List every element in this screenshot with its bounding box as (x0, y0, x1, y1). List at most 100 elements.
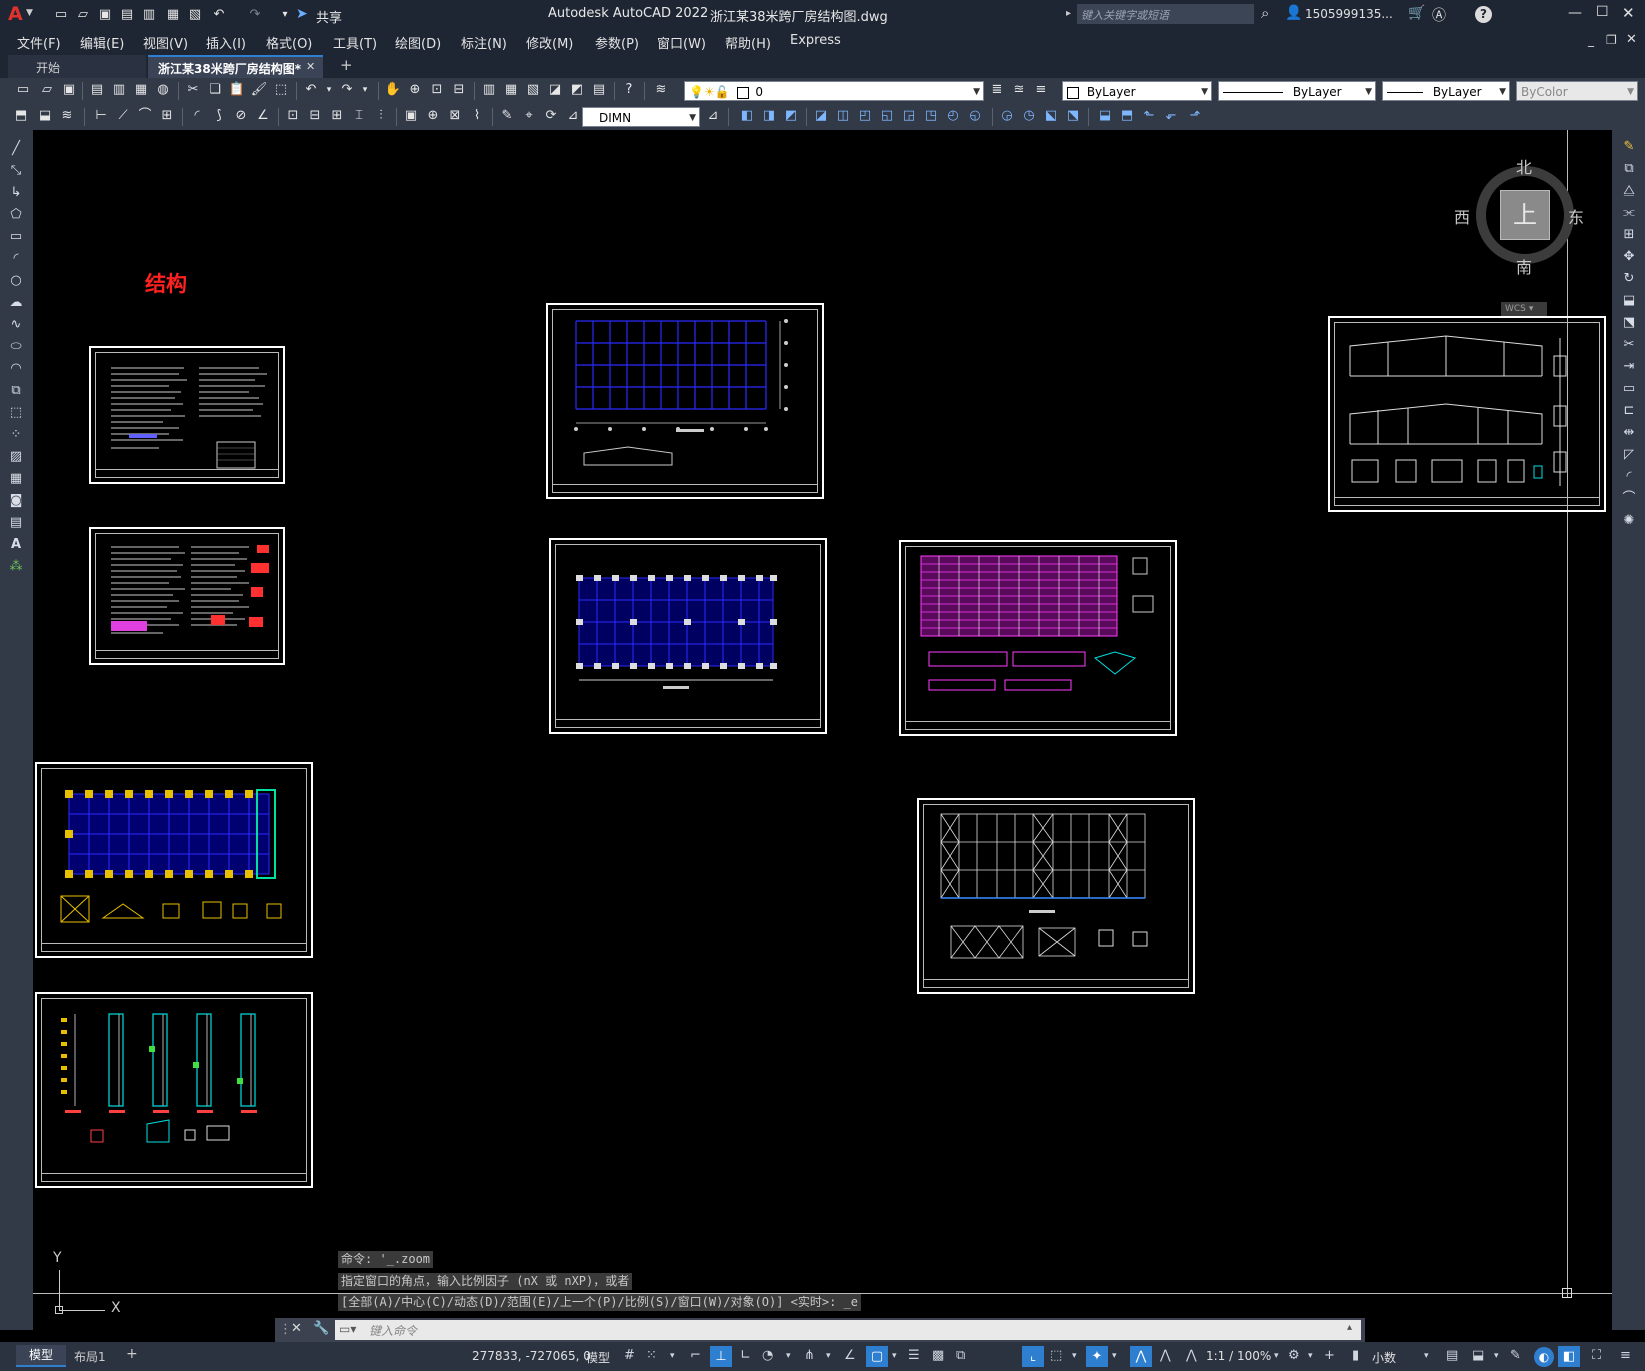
layer-tool-icon[interactable]: ≋ (58, 107, 76, 125)
redo-toolbar-icon[interactable]: ↷ (338, 81, 356, 99)
menu-express[interactable]: Express (790, 33, 841, 48)
recent-commands-icon[interactable]: ▭▾ (339, 1322, 356, 1336)
viewcube[interactable]: 上 北 南 东 西 (1454, 154, 1586, 277)
save-as-icon[interactable]: ▤ (118, 6, 136, 24)
doc-restore-icon[interactable]: ❐ (1606, 33, 1617, 47)
break-at-point-icon[interactable]: ▭ (1620, 380, 1638, 398)
grid-icon[interactable]: # (624, 1348, 635, 1363)
dimstyle-dropdown[interactable]: DIMN ▼ (582, 107, 700, 127)
break-icon[interactable]: ⊏ (1620, 402, 1638, 420)
minimize-icon[interactable]: — (1568, 5, 1582, 21)
rectangle-icon[interactable]: ▭ (7, 228, 25, 246)
section-icon[interactable]: ⬐ (1162, 107, 1180, 125)
ellipse-arc-icon[interactable]: ◠ (7, 360, 25, 378)
open-icon[interactable]: ▱ (38, 81, 56, 99)
hatch-icon[interactable]: ▨ (7, 448, 25, 466)
copy-faces-icon[interactable]: ◴ (944, 107, 962, 125)
drawing-sheet-column-details[interactable] (35, 992, 313, 1188)
inspect-icon[interactable]: ⊠ (446, 107, 464, 125)
help-toolbar-icon[interactable]: ? (620, 81, 638, 99)
extend-icon[interactable]: ⇥ (1620, 358, 1638, 376)
plot-icon[interactable]: ▤ (88, 81, 106, 99)
redo-icon[interactable]: ↷ (246, 6, 264, 24)
explode-icon[interactable]: ✺ (1620, 512, 1638, 530)
fillet-icon[interactable]: ◜ (1620, 468, 1638, 486)
redo-dropdown-icon[interactable]: ▾ (356, 81, 374, 99)
add-layout-button[interactable]: + (126, 1346, 138, 1362)
match-properties-icon[interactable]: 🖌 (250, 81, 268, 99)
viewcube-north[interactable]: 北 (1516, 154, 1532, 178)
quick-dim-icon[interactable]: ⊡ (284, 107, 302, 125)
menu-edit[interactable]: 编辑(E) (80, 33, 124, 52)
paste-icon[interactable]: 📋 (228, 81, 246, 99)
drawing-sheet-purlin-plan[interactable] (899, 540, 1177, 736)
tolerance-icon[interactable]: ▣ (402, 107, 420, 125)
calculator-icon[interactable]: ▤ (590, 81, 608, 99)
offset-faces-icon[interactable]: ◰ (856, 107, 874, 125)
erase-icon[interactable]: ✎ (1620, 138, 1638, 156)
graphics-performance-icon[interactable]: ◧ (1558, 1346, 1580, 1367)
3d-print-icon[interactable]: ◍ (154, 81, 172, 99)
tab-close-icon[interactable]: ✕ (306, 60, 315, 73)
new-tab-button[interactable]: + (340, 56, 353, 74)
mirror-icon[interactable]: ⧋ (1620, 182, 1638, 200)
properties-icon[interactable]: ▥ (480, 81, 498, 99)
isodraft-icon[interactable]: ⋔ (804, 1348, 815, 1363)
layer-states-icon[interactable]: ≡ (1032, 81, 1050, 99)
shell-icon[interactable]: ⬔ (1064, 107, 1082, 125)
cart-icon[interactable]: 🛒 (1408, 5, 1425, 21)
command-customize-icon[interactable]: 🔧 (313, 1321, 329, 1336)
block-editor-icon[interactable]: ⬚ (272, 81, 290, 99)
lineweight-icon[interactable]: ☰ (908, 1348, 920, 1363)
workspace-switch-icon[interactable]: ⚙ (1288, 1348, 1300, 1363)
share-label[interactable]: 共享 (316, 7, 342, 26)
print-icon[interactable]: ▧ (186, 6, 204, 24)
pan-icon[interactable]: ✋ (384, 81, 402, 99)
new-file-icon[interactable]: ▭ (52, 6, 70, 24)
lineweight-dropdown[interactable]: ByLayer ▼ (1382, 81, 1510, 101)
search-input[interactable]: 键入关键字或短语 (1081, 7, 1169, 23)
isodraft-dropdown-icon[interactable]: ▾ (826, 1351, 831, 1361)
center-mark-icon[interactable]: ⊕ (424, 107, 442, 125)
interfere-icon[interactable]: ⬒ (1118, 107, 1136, 125)
transparency-icon[interactable]: ▩ (932, 1348, 944, 1363)
dim-baseline-icon[interactable]: ⊟ (306, 107, 324, 125)
customization-icon[interactable]: ≡ (1620, 1348, 1631, 1363)
polar-tracking-icon[interactable]: ◔ (762, 1348, 773, 1363)
menu-format[interactable]: 格式(O) (266, 33, 312, 52)
gizmo-icon[interactable]: ✦ (1086, 1346, 1108, 1367)
doc-minimize-icon[interactable]: _ (1588, 33, 1594, 47)
command-history-toggle-icon[interactable]: ▴ (1347, 1322, 1352, 1333)
dim-continue-icon[interactable]: ⊞ (328, 107, 346, 125)
drawing-sheet-column-plan[interactable] (546, 303, 824, 499)
dim-arc-icon[interactable]: ⌒ (136, 107, 154, 125)
polyline-icon[interactable]: ↳ (7, 184, 25, 202)
3d-object-snap-icon[interactable]: ⌞ (1022, 1346, 1044, 1367)
close-icon[interactable]: ✕ (1622, 4, 1635, 22)
polar-dropdown-icon[interactable]: ▾ (786, 1351, 791, 1361)
color-dropdown[interactable]: ByLayer ▼ (1062, 81, 1212, 101)
move-icon[interactable]: ✥ (1620, 248, 1638, 266)
copy-object-icon[interactable]: ⧉ (1620, 160, 1638, 178)
units-dropdown-icon[interactable]: ▾ (1424, 1351, 1429, 1361)
share-icon[interactable]: ➤ (296, 6, 308, 22)
drawing-sheet-frame-elevation[interactable] (1328, 316, 1606, 512)
snap-icon[interactable]: ⁙ (646, 1348, 657, 1363)
construction-line-icon[interactable]: ⤡ (7, 162, 25, 180)
dim-jogged-icon[interactable]: ⟆ (210, 107, 228, 125)
make-current-layer-icon[interactable]: ≣ (988, 81, 1006, 99)
separate-icon[interactable]: ⬕ (1042, 107, 1060, 125)
markup-icon[interactable]: ◩ (568, 81, 586, 99)
multiline-text-icon[interactable]: A (7, 536, 25, 554)
drawing-sheet-foundation-plan[interactable] (35, 762, 313, 958)
export-icon[interactable]: ▦ (164, 6, 182, 24)
clean-screen-icon[interactable]: ⛶ (1592, 1348, 1601, 1363)
drawing-sheet-bracing-plan[interactable] (917, 798, 1195, 994)
user-name[interactable]: 1505999135... (1305, 7, 1393, 21)
tool-palettes-icon[interactable]: ▧ (524, 81, 542, 99)
ortho-icon[interactable]: ∟ (740, 1348, 751, 1363)
chamfer-icon[interactable]: ◸ (1620, 446, 1638, 464)
offset-icon[interactable]: ⫘ (1620, 204, 1638, 222)
region-icon[interactable]: ◙ (7, 492, 25, 510)
delete-faces-icon[interactable]: ◱ (878, 107, 896, 125)
